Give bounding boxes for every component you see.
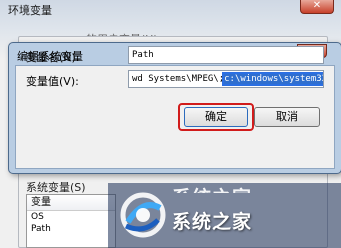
watermark-logo-icon — [120, 192, 166, 238]
system-variables-label: 系统变量(S) — [26, 181, 86, 194]
watermark-top-text: 系统之家 — [172, 183, 252, 193]
watermark-text: 系统之家 — [172, 211, 253, 233]
value-selected-text: c:\windows\system32 — [222, 72, 323, 86]
ok-button[interactable]: 确定 — [184, 107, 248, 127]
table-header-variable[interactable]: 变量 — [27, 195, 115, 211]
system-variables-table[interactable]: 变量 OS Path — [26, 194, 116, 248]
cancel-button[interactable]: 取消 — [254, 107, 320, 127]
value-text: wd Systems\MPEG\; — [132, 74, 225, 84]
table-row-os[interactable]: OS — [27, 211, 115, 223]
window-close-button[interactable]: ✕ — [300, 0, 334, 14]
close-icon: ✕ — [312, 0, 322, 11]
window-title: 环境变量 — [8, 4, 52, 17]
variable-value-input[interactable]: wd Systems\MPEG\;c:\windows\system32 — [128, 70, 324, 88]
variable-name-label: 变量名(N): — [26, 51, 80, 64]
variable-value-label: 变量值(V): — [26, 75, 79, 88]
table-row-path[interactable]: Path — [27, 223, 115, 235]
variable-name-input[interactable]: Path — [128, 46, 324, 64]
